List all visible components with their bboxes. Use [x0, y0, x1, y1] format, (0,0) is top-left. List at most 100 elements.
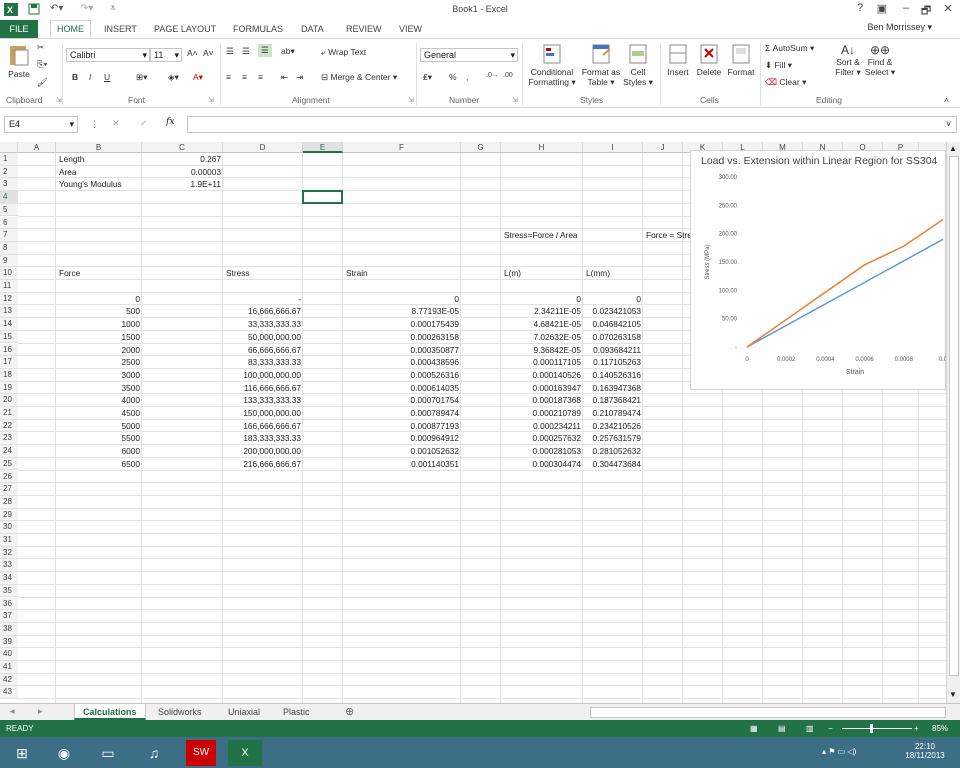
cell-f17[interactable]: 0.000438596 — [345, 356, 459, 369]
orientation-icon[interactable]: ab▾ — [281, 46, 295, 57]
tab-formulas[interactable]: FORMULAS — [227, 22, 289, 38]
row-header-7[interactable]: 7 — [0, 229, 18, 242]
fill-button[interactable]: ⬇ Fill ▾ — [765, 60, 792, 71]
cell-i13[interactable]: 0.023421053 — [585, 305, 641, 318]
cell-b18[interactable]: 3000 — [58, 369, 140, 382]
decrease-font-icon[interactable]: A˅ — [203, 48, 214, 58]
cell-b22[interactable]: 5000 — [58, 420, 140, 433]
bold-button[interactable]: B — [72, 72, 78, 82]
row-header-20[interactable]: 20 — [0, 394, 18, 407]
row-header-43[interactable]: 43 — [0, 686, 18, 700]
sheet-tab-calculations[interactable]: Calculations — [74, 704, 146, 720]
windows-start-icon[interactable]: ⊞ — [2, 740, 42, 766]
italic-button[interactable]: I — [89, 72, 91, 82]
cell-b3[interactable]: Young's Modulus — [59, 178, 122, 191]
tab-home[interactable]: HOME — [50, 20, 91, 39]
chrome-icon[interactable]: ◉ — [44, 740, 84, 766]
normal-view-icon[interactable]: ▦ — [750, 720, 758, 737]
page-layout-view-icon[interactable]: ▤ — [778, 720, 786, 737]
paste-button[interactable]: Paste — [6, 43, 32, 79]
column-header-b[interactable]: B — [56, 142, 142, 153]
cell-b19[interactable]: 3500 — [58, 382, 140, 395]
cancel-icon[interactable]: ✕ — [112, 118, 120, 129]
row-header-21[interactable]: 21 — [0, 407, 18, 420]
row-header-34[interactable]: 34 — [0, 572, 18, 585]
row-header-12[interactable]: 12 — [0, 292, 18, 306]
cell-i14[interactable]: 0.046842105 — [585, 318, 641, 331]
cell-d24[interactable]: 200,000,000.00 — [225, 445, 301, 458]
row-header-9[interactable]: 9 — [0, 254, 18, 268]
cell-h10[interactable]: L(m) — [504, 267, 521, 280]
cell-i17[interactable]: 0.117105263 — [585, 356, 641, 369]
format-cells-button[interactable]: Format — [726, 43, 756, 77]
cell-i10[interactable]: L(mm) — [586, 267, 610, 280]
cell-h16[interactable]: 9.36842E-05 — [503, 344, 581, 357]
cell-f15[interactable]: 0.000263158 — [345, 331, 459, 344]
cell-h21[interactable]: 0.000210789 — [503, 407, 581, 420]
tray-icons[interactable]: ▴ ⚑ ▭ ◁) — [822, 747, 856, 756]
zoom-in-icon[interactable]: + — [914, 720, 919, 737]
accounting-format-icon[interactable]: ₤▾ — [423, 72, 432, 83]
align-top-icon[interactable]: ☰ — [226, 46, 234, 57]
underline-button[interactable]: U — [104, 72, 110, 82]
align-center-icon[interactable]: ≡ — [242, 72, 247, 82]
increase-decimal-icon[interactable]: .0→ — [486, 72, 499, 79]
cell-i24[interactable]: 0.281052632 — [585, 445, 641, 458]
prev-sheet-icon[interactable]: ◂ — [10, 706, 15, 717]
series-line-2[interactable] — [746, 218, 944, 348]
cell-d22[interactable]: 166,666,666.67 — [225, 420, 301, 433]
row-header-17[interactable]: 17 — [0, 356, 18, 369]
format-painter-icon[interactable]: 🖌 — [37, 77, 48, 88]
column-header-i[interactable]: I — [583, 142, 643, 153]
wrap-text-button[interactable]: ⤶ Wrap Text — [321, 47, 366, 58]
row-header-22[interactable]: 22 — [0, 419, 18, 433]
zoom-out-icon[interactable]: − — [828, 720, 833, 737]
increase-indent-icon[interactable]: ⇥ — [296, 72, 303, 83]
row-header-18[interactable]: 18 — [0, 368, 18, 382]
column-header-a[interactable]: A — [18, 142, 56, 153]
align-bottom-icon[interactable]: ☰ — [258, 44, 272, 57]
font-color-icon[interactable]: A▾ — [193, 72, 203, 83]
enter-icon[interactable]: ✓ — [140, 118, 148, 129]
clipboard-launcher-icon[interactable]: ⇲ — [56, 96, 62, 104]
cell-h15[interactable]: 7.02632E-05 — [503, 331, 581, 344]
row-header-28[interactable]: 28 — [0, 495, 18, 509]
tab-data[interactable]: DATA — [295, 22, 330, 38]
itunes-icon[interactable]: ♫ — [134, 740, 174, 766]
cell-d21[interactable]: 150,000,000.00 — [225, 407, 301, 420]
cell-i19[interactable]: 0.163947368 — [585, 382, 641, 395]
column-header-h[interactable]: H — [501, 142, 583, 153]
cell-d20[interactable]: 133,333,333.33 — [225, 394, 301, 407]
cell-d18[interactable]: 100,000,000.00 — [225, 369, 301, 382]
excel-taskbar-icon[interactable]: X — [228, 740, 262, 766]
next-sheet-icon[interactable]: ▸ — [38, 706, 43, 717]
cell-d10[interactable]: Stress — [226, 267, 250, 280]
sheet-tab-uniaxial[interactable]: Uniaxial — [220, 704, 268, 720]
align-right-icon[interactable]: ≡ — [258, 72, 263, 82]
cell-b16[interactable]: 2000 — [58, 344, 140, 357]
row-header-42[interactable]: 42 — [0, 673, 18, 687]
cell-h24[interactable]: 0.000281053 — [503, 445, 581, 458]
zoom-slider[interactable] — [842, 728, 912, 729]
horizontal-scrollbar[interactable] — [590, 707, 946, 718]
column-header-d[interactable]: D — [223, 142, 303, 153]
align-left-icon[interactable]: ≡ — [226, 72, 231, 82]
cell-f22[interactable]: 0.000877193 — [345, 420, 459, 433]
cell-b24[interactable]: 6000 — [58, 445, 140, 458]
cell-styles-button[interactable]: Cell Styles ▾ — [622, 43, 654, 88]
cut-icon[interactable]: ✂ — [37, 42, 44, 53]
restore-button[interactable]: 🗗 — [918, 2, 934, 21]
font-size-select[interactable]: 11 ▾ — [150, 48, 182, 62]
clear-button[interactable]: ⌫ Clear ▾ — [765, 77, 806, 88]
cell-b14[interactable]: 1000 — [58, 318, 140, 331]
row-header-8[interactable]: 8 — [0, 241, 18, 255]
align-middle-icon[interactable]: ☰ — [242, 46, 250, 57]
column-header-e[interactable]: E — [303, 142, 343, 153]
help-button[interactable]: ? — [852, 2, 868, 14]
column-header-j[interactable]: J — [643, 142, 683, 153]
page-break-view-icon[interactable]: ▥ — [806, 720, 814, 737]
row-header-10[interactable]: 10 — [0, 267, 18, 280]
file-explorer-icon[interactable]: ▭ — [88, 740, 128, 766]
insert-cells-button[interactable]: Insert — [664, 43, 692, 77]
scroll-down-icon[interactable]: ▼ — [949, 690, 957, 699]
